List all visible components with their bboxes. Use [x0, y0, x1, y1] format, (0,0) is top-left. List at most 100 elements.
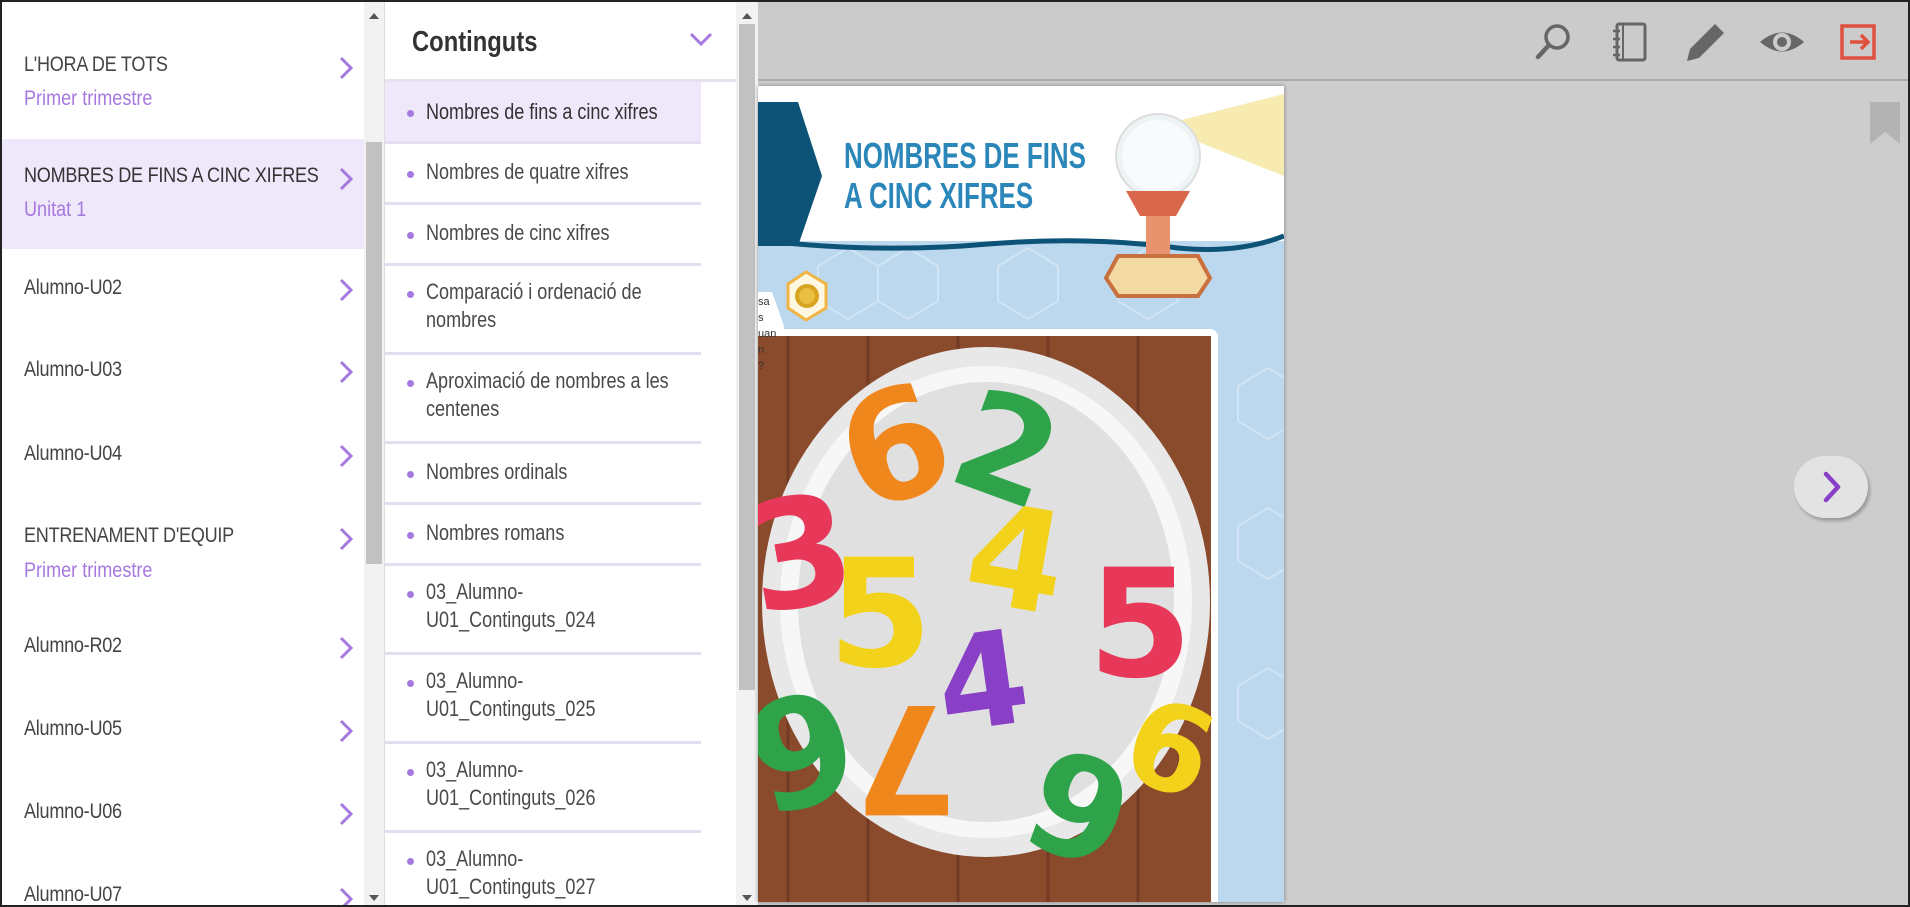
unit-item-u04[interactable]: Alumno-U04: [2, 414, 364, 497]
contents-item[interactable]: 03_Alumno-U01_Continguts_025: [385, 655, 701, 744]
contents-item[interactable]: 03_Alumno-U01_Continguts_026: [385, 744, 701, 833]
contents-item[interactable]: Comparació i ordenació de nombres: [385, 266, 701, 355]
bullet-icon: [407, 380, 414, 387]
bullet-icon: [407, 291, 414, 298]
chevron-right-icon: [339, 444, 354, 468]
chevron-right-icon: [339, 636, 354, 660]
bullet-icon: [407, 471, 414, 478]
contents-item[interactable]: Nombres ordinals: [385, 444, 701, 505]
chevron-down-icon[interactable]: [688, 30, 714, 48]
peek-line: sa: [758, 296, 770, 308]
unit-item-unit-1[interactable]: NOMBRES DE FINS A CINC XIFRES Unitat 1: [2, 139, 364, 249]
contents-scrollbar[interactable]: [736, 2, 758, 905]
exit-icon[interactable]: [1836, 20, 1880, 64]
chevron-right-icon: [1823, 471, 1841, 503]
toolbar: [758, 2, 1908, 81]
unit-title: Alumno-U02: [24, 276, 122, 299]
contents-item-label: 03_Alumno-U01_Continguts_026: [426, 757, 596, 810]
unit-title: L'HORA DE TOTS: [24, 53, 168, 76]
bookmark-icon[interactable]: [1870, 102, 1900, 144]
contents-item-label: Nombres de quatre xifres: [426, 159, 629, 184]
contents-item-label: Nombres romans: [426, 520, 565, 545]
contents-item[interactable]: Nombres de cinc xifres: [385, 205, 701, 266]
unit-item-u05[interactable]: Alumno-U05: [2, 690, 364, 773]
units-scrollbar[interactable]: [364, 2, 384, 905]
bullet-icon: [407, 680, 414, 687]
contents-item-label: Nombres de cinc xifres: [426, 220, 610, 245]
search-icon[interactable]: [1532, 20, 1576, 64]
unit-title: Alumno-U06: [24, 800, 122, 823]
bullet-icon: [407, 110, 414, 117]
unit-item-u02[interactable]: Alumno-U02: [2, 249, 364, 331]
contents-title: Continguts: [412, 26, 538, 58]
unit-title: NOMBRES DE FINS A CINC XIFRES: [24, 164, 319, 187]
unit-title: Alumno-U04: [24, 442, 122, 465]
peek-line: uan: [758, 328, 777, 340]
unit-title: Alumno-R02: [24, 634, 122, 657]
units-panel: L'HORA DE TOTS Primer trimestre NOMBRES …: [2, 2, 364, 906]
book-page: 6 2 3 5 5 4 4 9 7 6 6 NOMBRES DE FINS A …: [758, 86, 1284, 902]
chevron-right-icon: [339, 527, 354, 551]
unit-title: Alumno-U03: [24, 358, 122, 381]
unit-subtitle: Primer trimestre: [24, 559, 153, 582]
scroll-down-arrow-icon[interactable]: [742, 895, 752, 901]
scroll-up-arrow-icon[interactable]: [742, 13, 752, 19]
unit-subtitle: Primer trimestre: [24, 87, 153, 110]
unit-title: Alumno-U05: [24, 717, 122, 740]
contents-item[interactable]: Aproximació de nombres a les centenes: [385, 355, 701, 444]
contents-item[interactable]: Nombres de quatre xifres: [385, 144, 701, 205]
unit-item-u07[interactable]: Alumno-U07: [2, 856, 364, 906]
contents-item[interactable]: 03_Alumno-U01_Continguts_024: [385, 566, 701, 655]
bullet-icon: [407, 769, 414, 776]
chevron-right-icon: [339, 167, 354, 191]
page-heading-line-1: NOMBRES DE FINS: [844, 135, 1086, 176]
contents-item-label: 03_Alumno-U01_Continguts_027: [426, 846, 596, 899]
scroll-up-arrow-icon[interactable]: [369, 13, 379, 19]
speech-bubble-peek: sa s uan n ?: [758, 294, 776, 374]
contents-item-label: Nombres de fins a cinc xifres: [426, 99, 658, 124]
contents-header[interactable]: Continguts: [385, 2, 736, 82]
contents-scrollbar-thumb[interactable]: [739, 24, 755, 690]
units-scrollbar-thumb[interactable]: [366, 142, 382, 564]
contents-item-label: Nombres ordinals: [426, 459, 568, 484]
bullet-icon: [407, 858, 414, 865]
contents-item-label: 03_Alumno-U01_Continguts_024: [426, 579, 596, 632]
next-page-button[interactable]: [1794, 456, 1868, 518]
unit-item-hora-de-tots[interactable]: L'HORA DE TOTS Primer trimestre: [2, 2, 364, 139]
chevron-right-icon: [339, 887, 354, 905]
contents-item-label: Comparació i ordenació de nombres: [426, 279, 642, 332]
unit-item-u06[interactable]: Alumno-U06: [2, 773, 364, 856]
contents-panel: Continguts Nombres de fins a cinc xifres…: [384, 2, 736, 905]
bullet-icon: [407, 171, 414, 178]
unit-title: Alumno-U07: [24, 883, 122, 906]
svg-text:7: 7: [854, 670, 958, 844]
contents-item[interactable]: Nombres romans: [385, 505, 701, 566]
unit-item-u03[interactable]: Alumno-U03: [2, 331, 364, 414]
chevron-right-icon: [339, 719, 354, 743]
chevron-right-icon: [339, 360, 354, 384]
notebook-icon[interactable]: [1608, 20, 1652, 64]
bullet-icon: [407, 591, 414, 598]
contents-item[interactable]: 03_Alumno-U01_Continguts_027: [385, 833, 701, 905]
page-heading: NOMBRES DE FINS A CINC XIFRES: [844, 136, 1086, 216]
contents-item[interactable]: Nombres de fins a cinc xifres: [385, 82, 701, 144]
chevron-right-icon: [339, 278, 354, 302]
unit-item-r02[interactable]: Alumno-R02: [2, 607, 364, 690]
eye-icon[interactable]: [1758, 20, 1806, 64]
unit-subtitle: Unitat 1: [24, 198, 87, 221]
pencil-icon[interactable]: [1684, 20, 1728, 64]
chevron-right-icon: [339, 56, 354, 80]
page-heading-line-2: A CINC XIFRES: [844, 175, 1034, 216]
contents-item-label: 03_Alumno-U01_Continguts_025: [426, 668, 596, 721]
bullet-icon: [407, 232, 414, 239]
peek-line: ?: [758, 360, 765, 372]
reader-app: L'HORA DE TOTS Primer trimestre NOMBRES …: [0, 0, 1910, 907]
chevron-right-icon: [339, 802, 354, 826]
bullet-icon: [407, 532, 414, 539]
unit-item-entrenament[interactable]: ENTRENAMENT D'EQUIP Primer trimestre: [2, 497, 364, 607]
peek-line: s: [758, 312, 764, 324]
scroll-down-arrow-icon[interactable]: [369, 895, 379, 901]
peek-line: n: [758, 344, 765, 356]
unit-title: ENTRENAMENT D'EQUIP: [24, 524, 234, 547]
contents-item-label: Aproximació de nombres a les centenes: [426, 368, 669, 421]
